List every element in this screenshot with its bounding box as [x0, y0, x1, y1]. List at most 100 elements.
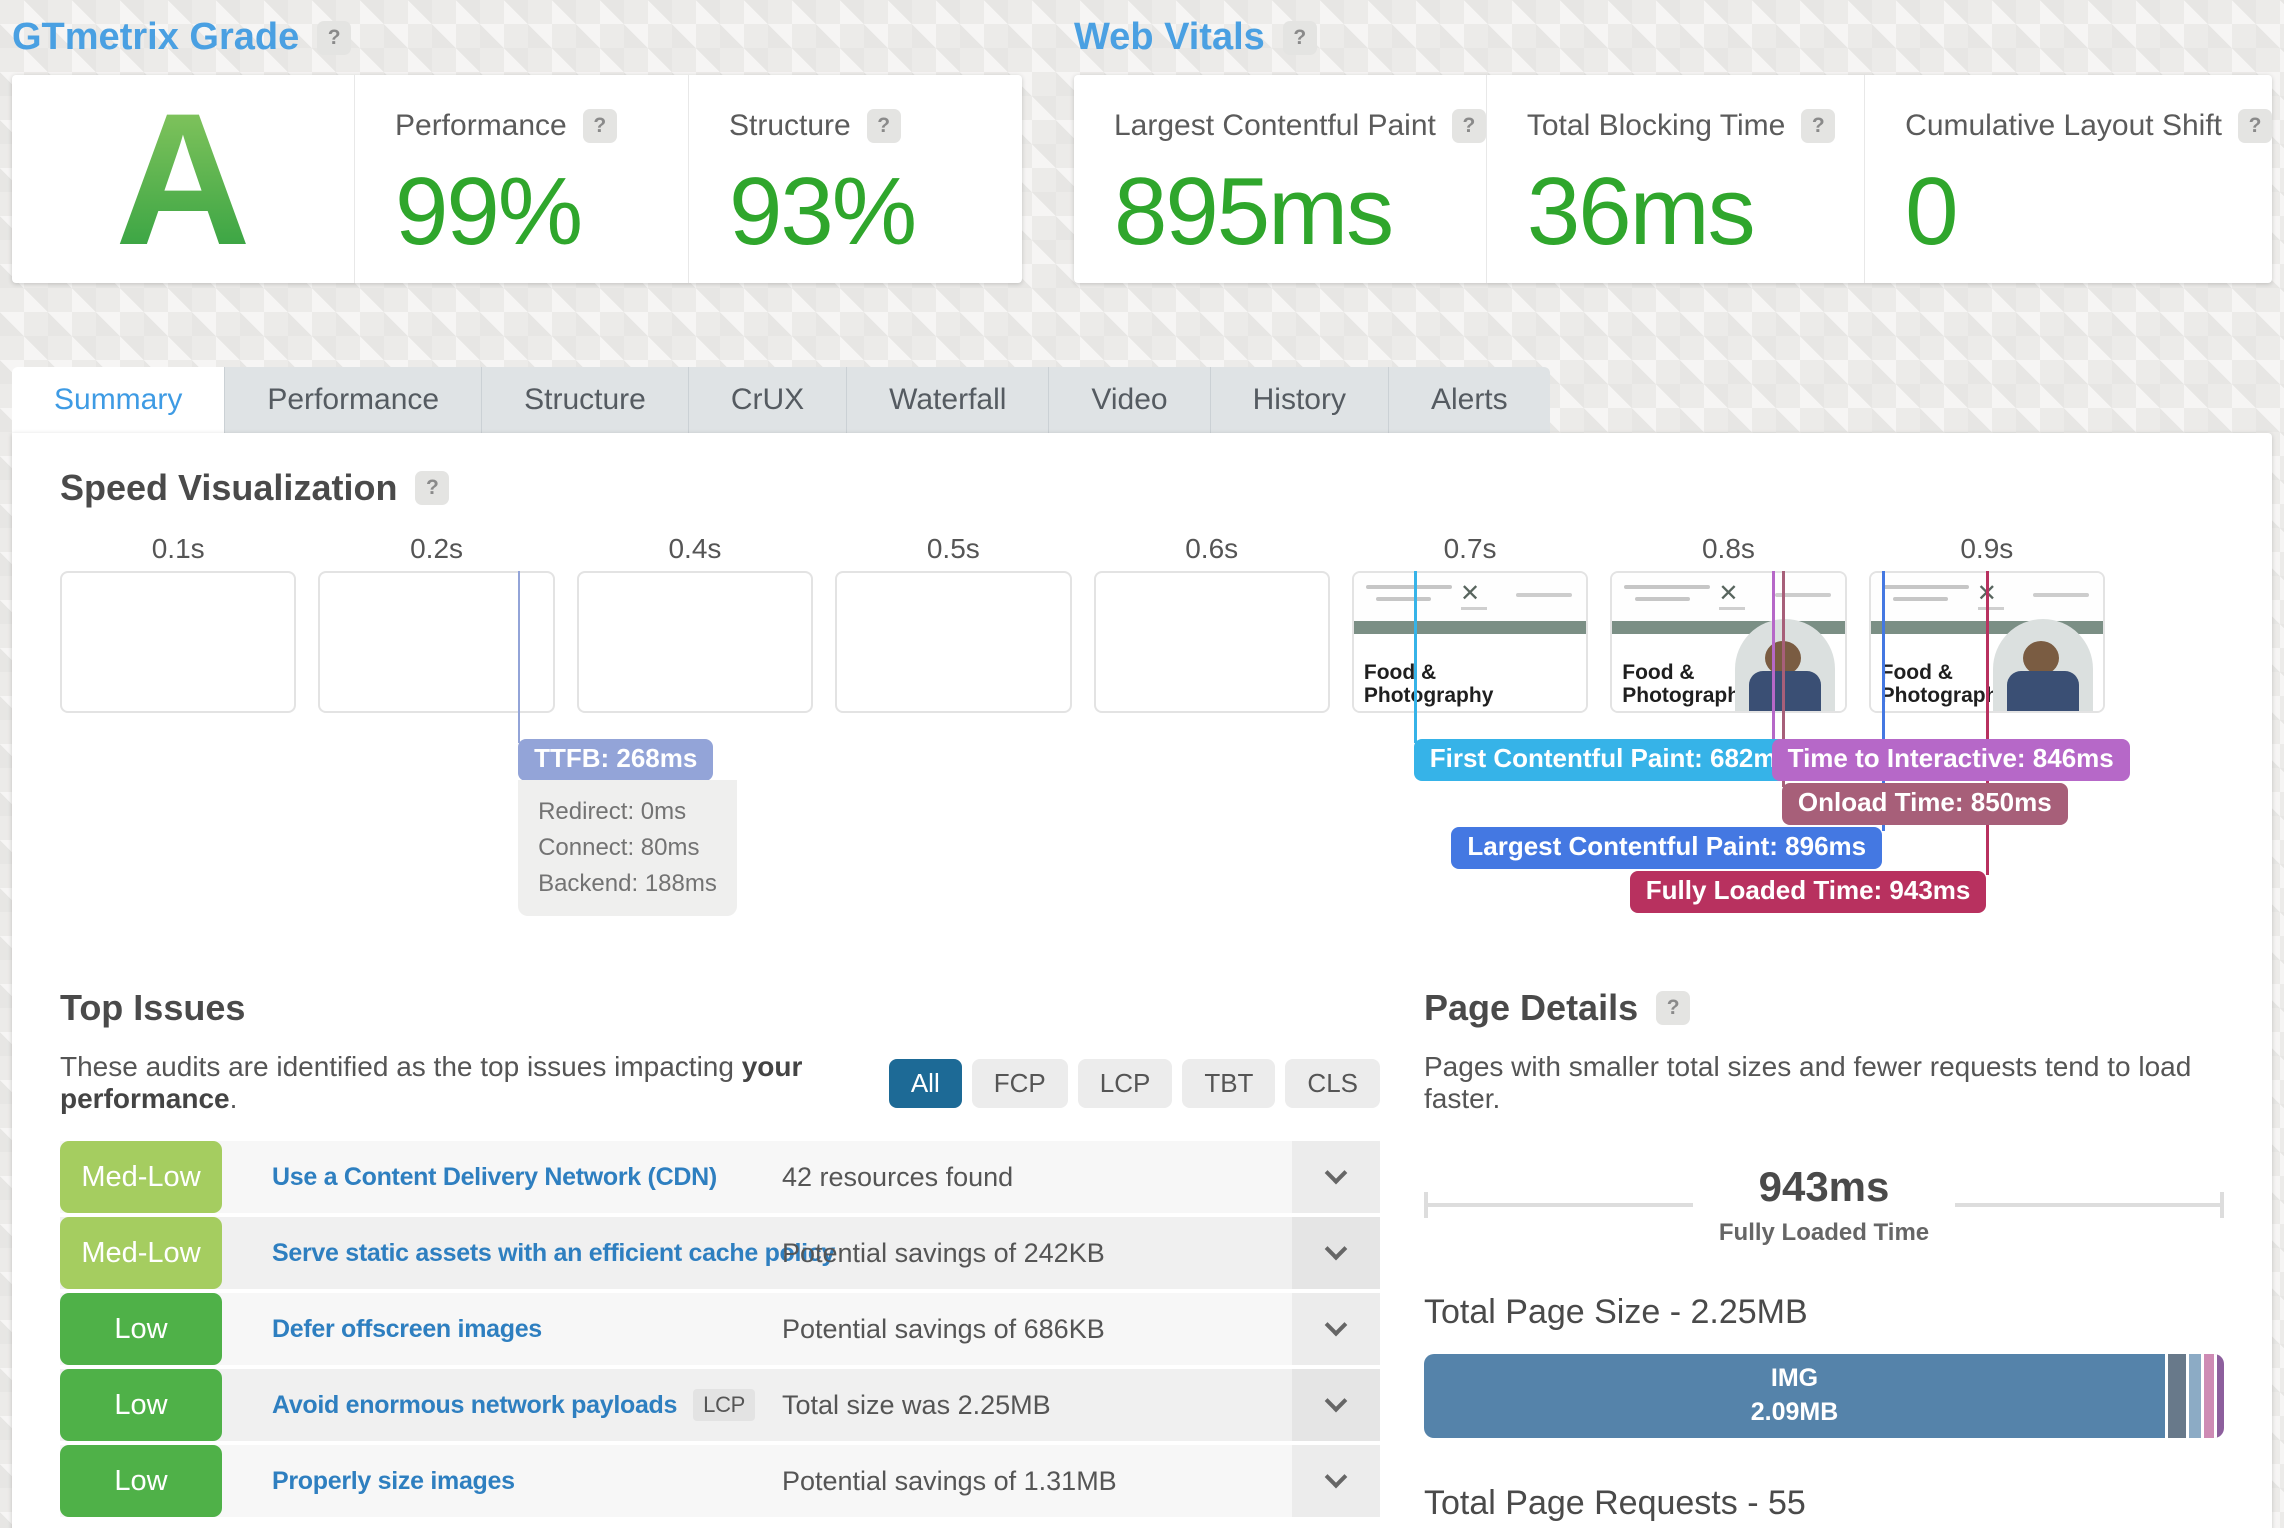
filmstrip-frame-page: ✕ Food & Photography — [1869, 571, 2105, 713]
filmstrip-time-labels: 0.1s 0.2s 0.4s 0.5s 0.6s 0.7s 0.8s 0.9s — [60, 533, 2105, 571]
ruler-line-left — [1424, 1203, 1693, 1207]
tab-alerts[interactable]: Alerts — [1389, 367, 1550, 433]
issue-title-link[interactable]: Defer offscreen images — [222, 1293, 782, 1365]
help-icon[interactable]: ? — [1283, 21, 1317, 55]
thumbnail-logo-underline — [1719, 607, 1745, 610]
issue-title-link[interactable]: Avoid enormous network payloadsLCP — [222, 1369, 782, 1441]
frame-time: 0.2s — [318, 533, 554, 571]
thumbnail-body: Food & Photography — [1354, 634, 1586, 711]
performance-value: 99% — [395, 157, 688, 267]
cls-label-row: Cumulative Layout Shift ? — [1905, 109, 2272, 143]
lcp-label: Largest Contentful Paint — [1114, 109, 1436, 143]
gtmetrix-grade-title-row: GTmetrix Grade ? — [12, 16, 1022, 59]
top-issues-subheader: These audits are identified as the top i… — [60, 1051, 1380, 1115]
speed-filmstrip: 0.1s 0.2s 0.4s 0.5s 0.6s 0.7s 0.8s 0.9s — [60, 533, 2105, 925]
issue-expander[interactable] — [1292, 1217, 1380, 1289]
help-icon[interactable]: ? — [1656, 991, 1690, 1025]
issue-row[interactable]: Low Defer offscreen images Potential sav… — [60, 1293, 1380, 1365]
issue-expander[interactable] — [1292, 1141, 1380, 1213]
issue-title-link[interactable]: Use a Content Delivery Network (CDN) — [222, 1141, 782, 1213]
filter-lcp[interactable]: LCP — [1078, 1059, 1173, 1108]
thumbnail-body: Food & Photography — [1612, 634, 1844, 711]
issue-row[interactable]: Low Avoid enormous network payloadsLCP T… — [60, 1369, 1380, 1441]
filter-fcp[interactable]: FCP — [972, 1059, 1068, 1108]
person-body — [2007, 671, 2079, 713]
help-icon[interactable]: ? — [1452, 109, 1486, 143]
filter-cls[interactable]: CLS — [1285, 1059, 1380, 1108]
structure-metric: Structure ? 93% — [688, 75, 1022, 283]
ttfb-connect: Connect: 80ms — [538, 830, 717, 866]
issue-row[interactable]: Low Properly size images Potential savin… — [60, 1445, 1380, 1517]
web-vitals-card: Largest Contentful Paint ? 895ms Total B… — [1074, 75, 2272, 283]
chevron-down-icon — [1325, 1162, 1348, 1185]
issue-expander[interactable] — [1292, 1293, 1380, 1365]
thumbnail-header: ✕ — [1612, 573, 1844, 621]
help-icon[interactable]: ? — [2238, 109, 2272, 143]
tab-crux[interactable]: CrUX — [689, 367, 847, 433]
fcp-badge: First Contentful Paint: 682ms — [1414, 739, 1807, 781]
gtmetrix-grade-panel: GTmetrix Grade ? A Performance ? 99% Str… — [12, 10, 1022, 283]
tab-video[interactable]: Video — [1049, 367, 1210, 433]
person-head — [2023, 641, 2059, 675]
frame-time: 0.1s — [60, 533, 296, 571]
help-icon[interactable]: ? — [317, 21, 351, 55]
frame-time: 0.4s — [577, 533, 813, 571]
fully-loaded-badge: Fully Loaded Time: 943ms — [1630, 871, 1987, 913]
structure-label: Structure — [729, 109, 851, 143]
frame-time: 0.5s — [835, 533, 1071, 571]
issue-finding: Potential savings of 1.31MB — [782, 1445, 1292, 1517]
filmstrip-frame-blank — [1094, 571, 1330, 713]
speed-visualization-heading-row: Speed Visualization ? — [60, 433, 2224, 509]
cls-metric: Cumulative Layout Shift ? 0 — [1864, 75, 2272, 283]
frame-time: 0.6s — [1094, 533, 1330, 571]
chevron-down-icon — [1325, 1314, 1348, 1337]
summary-tab-content: Speed Visualization ? 0.1s 0.2s 0.4s 0.5… — [12, 433, 2272, 1528]
help-icon[interactable]: ? — [415, 471, 449, 505]
thumbnail-person-photo — [1735, 619, 1835, 713]
structure-value: 93% — [729, 157, 1022, 267]
cls-value: 0 — [1905, 157, 2272, 267]
issue-filters: All FCP LCP TBT CLS — [889, 1059, 1380, 1108]
frame-time: 0.7s — [1352, 533, 1588, 571]
tab-waterfall[interactable]: Waterfall — [847, 367, 1049, 433]
severity-badge: Med-Low — [60, 1141, 222, 1213]
total-page-requests-heading: Total Page Requests - 55 — [1424, 1484, 2224, 1523]
thumbnail-header: ✕ — [1354, 573, 1586, 621]
size-segment-img: IMG 2.09MB — [1424, 1354, 2168, 1438]
filter-all[interactable]: All — [889, 1059, 962, 1108]
thumbnail-header: ✕ — [1871, 573, 2103, 621]
issue-title-link[interactable]: Serve static assets with an efficient ca… — [222, 1217, 782, 1289]
size-segment — [2189, 1354, 2204, 1438]
help-icon[interactable]: ? — [583, 109, 617, 143]
top-issues-description: These audits are identified as the top i… — [60, 1051, 889, 1115]
report-main: Summary Performance Structure CrUX Water… — [12, 367, 2272, 1528]
filmstrip-frame-page: ✕ Food & Photography — [1610, 571, 1846, 713]
tab-summary[interactable]: Summary — [12, 367, 225, 433]
chevron-down-icon — [1325, 1238, 1348, 1261]
fully-loaded-ruler: 943ms Fully Loaded Time — [1424, 1163, 2224, 1247]
tab-structure[interactable]: Structure — [482, 367, 689, 433]
issue-expander[interactable] — [1292, 1369, 1380, 1441]
page-details-description: Pages with smaller total sizes and fewer… — [1424, 1051, 2224, 1115]
ttfb-details: Redirect: 0ms Connect: 80ms Backend: 188… — [518, 780, 737, 916]
tab-history[interactable]: History — [1211, 367, 1389, 433]
help-icon[interactable]: ? — [1801, 109, 1835, 143]
person-body — [1749, 671, 1821, 713]
grade-card: A Performance ? 99% Structure ? 93% — [12, 75, 1022, 283]
tab-performance[interactable]: Performance — [225, 367, 482, 433]
issue-title-link[interactable]: Properly size images — [222, 1445, 782, 1517]
help-icon[interactable]: ? — [867, 109, 901, 143]
issue-row[interactable]: Med-Low Use a Content Delivery Network (… — [60, 1141, 1380, 1213]
lcp-badge: Largest Contentful Paint: 896ms — [1451, 827, 1882, 869]
tbt-label-row: Total Blocking Time ? — [1527, 109, 1864, 143]
issue-expander[interactable] — [1292, 1445, 1380, 1517]
filmstrip-frame-page: ✕ Food & Photography — [1352, 571, 1588, 713]
thumbnail-title: Food & Photography — [1881, 661, 2011, 707]
filter-tbt[interactable]: TBT — [1182, 1059, 1275, 1108]
person-head — [1765, 641, 1801, 675]
ttfb-backend: Backend: 188ms — [538, 866, 717, 902]
thumbnail-menu-line — [1516, 593, 1572, 597]
performance-label: Performance — [395, 109, 567, 143]
page-details-section: Page Details ? Pages with smaller total … — [1424, 953, 2224, 1528]
issue-row[interactable]: Med-Low Serve static assets with an effi… — [60, 1217, 1380, 1289]
